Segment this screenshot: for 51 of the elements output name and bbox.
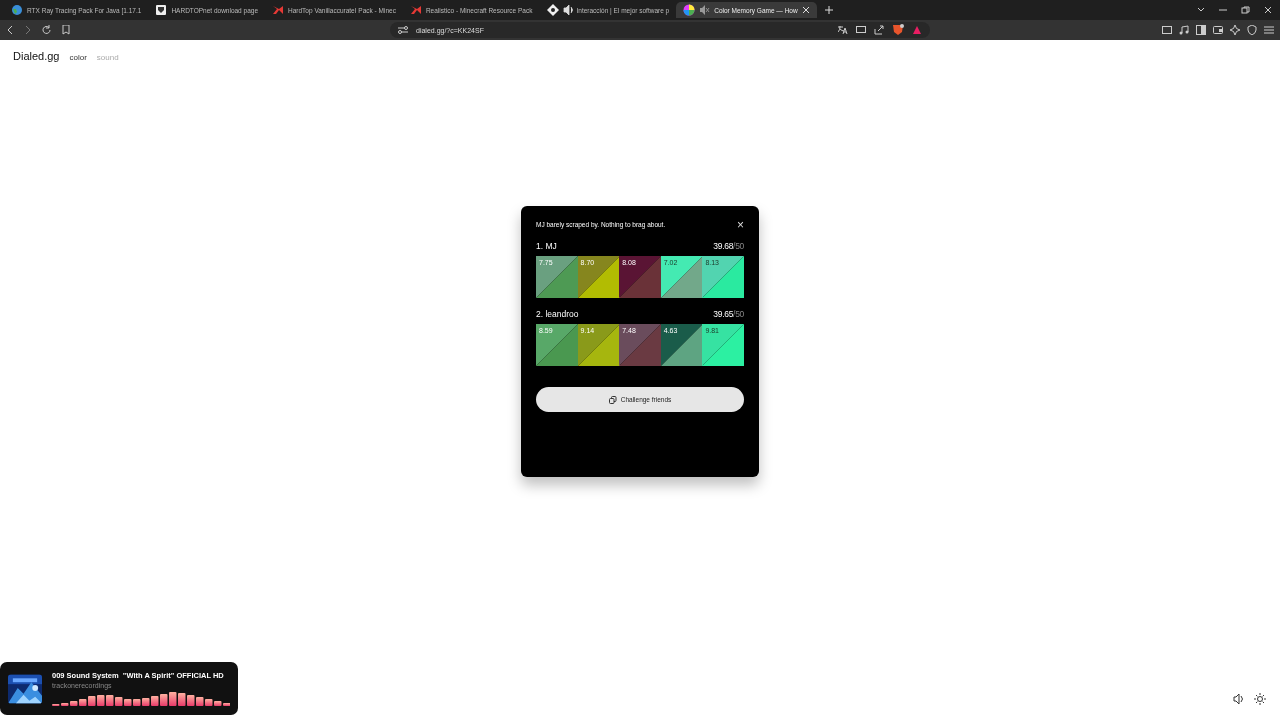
flag-icon [272,4,284,16]
color-swatch [536,256,578,298]
settings-icon[interactable] [398,25,408,35]
chevron-down-icon[interactable] [1197,6,1205,14]
player-score: 39.65/50 [713,309,744,319]
copy-icon [608,395,617,404]
close-button[interactable]: × [737,220,744,230]
color-swatch [702,324,745,366]
color-swatch [619,256,662,298]
flag-icon [409,4,422,16]
back-icon[interactable] [6,25,14,35]
globe-icon [11,4,23,16]
forward-icon[interactable] [24,25,32,35]
menu-icon[interactable] [1264,25,1274,35]
bookmark-icon[interactable] [62,25,70,35]
diamond-icon [546,4,559,16]
share-icon[interactable] [874,25,884,35]
nav-link[interactable]: color [69,53,87,62]
close-icon[interactable] [801,6,810,14]
color-swatch [577,256,620,298]
shield-icon[interactable] [1247,25,1257,35]
wallet-icon[interactable] [1213,25,1223,35]
site-logo[interactable]: Dialed.gg [13,50,60,62]
player-name: 1. MJ [536,241,557,251]
color-swatch [577,324,620,366]
muted-speaker-icon[interactable] [699,4,711,16]
color-swatch [660,256,703,298]
sparkle-icon[interactable] [1230,25,1240,35]
sidebar-icon[interactable] [1196,25,1206,35]
restore-icon[interactable] [1241,5,1250,15]
close-icon[interactable] [1264,6,1272,14]
color-wheel-icon [683,4,696,16]
window-icon[interactable] [1162,25,1172,35]
shield-icon [155,4,168,16]
new-tab-icon[interactable] [824,6,833,14]
cast-icon[interactable] [856,25,866,35]
music-icon[interactable] [1179,25,1189,35]
color-swatch [660,324,703,366]
color-swatch [619,324,662,366]
reload-icon[interactable] [42,25,52,35]
triangle-icon[interactable] [912,25,922,35]
shield-icon[interactable] [892,24,904,36]
color-swatch [702,256,745,298]
speaker-icon[interactable] [562,4,573,16]
player-name: 2. leandroo [536,309,579,319]
translate-icon[interactable] [838,25,848,35]
speaker-icon[interactable] [1233,693,1244,705]
color-swatch [536,324,578,366]
minimize-icon[interactable] [1219,6,1227,14]
sun-icon[interactable] [1254,693,1266,705]
player-score: 39.68/50 [713,241,744,251]
